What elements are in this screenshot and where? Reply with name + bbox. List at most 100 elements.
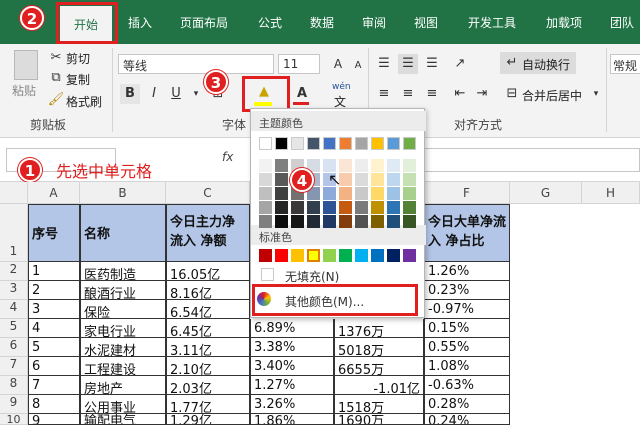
- table-cell[interactable]: 1: [28, 262, 80, 281]
- header-cell-index[interactable]: 序号: [28, 204, 80, 262]
- table-cell[interactable]: 3.26%: [250, 395, 334, 414]
- align-top-icon[interactable]: ☰: [374, 54, 394, 74]
- fx-icon[interactable]: fx: [222, 150, 233, 164]
- row-header-5[interactable]: 5: [0, 319, 28, 338]
- standard-color-swatch[interactable]: [355, 249, 368, 262]
- theme-color-swatch[interactable]: [387, 137, 400, 150]
- theme-color-swatch[interactable]: [387, 201, 400, 214]
- theme-color-swatch[interactable]: [355, 137, 368, 150]
- theme-color-swatch[interactable]: [387, 159, 400, 172]
- table-cell[interactable]: 6: [28, 357, 80, 376]
- theme-color-swatch[interactable]: [403, 201, 416, 214]
- table-cell[interactable]: 3.40%: [250, 357, 334, 376]
- theme-color-swatch[interactable]: [355, 187, 368, 200]
- table-cell[interactable]: 6655万: [334, 357, 424, 376]
- theme-color-swatch[interactable]: [403, 137, 416, 150]
- table-cell[interactable]: 1.29亿: [166, 414, 250, 425]
- table-cell[interactable]: 9: [28, 414, 80, 425]
- column-header-g[interactable]: G: [510, 182, 582, 204]
- table-cell[interactable]: 1.77亿: [166, 395, 250, 414]
- decrease-font-icon[interactable]: A: [348, 56, 368, 76]
- standard-color-swatch[interactable]: [339, 249, 352, 262]
- theme-color-swatch[interactable]: [275, 215, 288, 228]
- table-cell[interactable]: 房地产: [80, 376, 166, 395]
- theme-color-swatch[interactable]: [275, 159, 288, 172]
- tab-formulas[interactable]: 公式: [258, 14, 282, 34]
- theme-color-swatch[interactable]: [371, 187, 384, 200]
- theme-color-swatch[interactable]: [291, 215, 304, 228]
- table-cell[interactable]: 8: [28, 395, 80, 414]
- table-cell[interactable]: 3: [28, 300, 80, 319]
- row-header-2[interactable]: 2: [0, 262, 28, 281]
- tab-insert[interactable]: 插入: [128, 14, 152, 34]
- tab-team[interactable]: 团队: [610, 14, 634, 34]
- table-cell[interactable]: 保险: [80, 300, 166, 319]
- align-left-icon[interactable]: ≡: [374, 84, 394, 104]
- bold-button[interactable]: B: [120, 84, 140, 104]
- theme-color-swatch[interactable]: [323, 137, 336, 150]
- theme-color-swatch[interactable]: [371, 215, 384, 228]
- copy-button[interactable]: 复制: [66, 71, 90, 88]
- standard-color-swatch[interactable]: [275, 249, 288, 262]
- table-cell[interactable]: 7: [28, 376, 80, 395]
- theme-color-swatch[interactable]: [355, 173, 368, 186]
- table-cell[interactable]: 输配电气: [80, 414, 166, 425]
- theme-color-swatch[interactable]: [371, 159, 384, 172]
- standard-color-swatch[interactable]: [371, 249, 384, 262]
- align-center-icon[interactable]: ≡: [398, 84, 418, 104]
- table-cell[interactable]: 酿酒行业: [80, 281, 166, 300]
- table-cell[interactable]: 5018万: [334, 338, 424, 357]
- column-header-c[interactable]: C: [166, 182, 250, 204]
- table-cell[interactable]: 1376万: [334, 319, 424, 338]
- theme-color-swatch[interactable]: [275, 187, 288, 200]
- theme-color-swatch[interactable]: [307, 137, 320, 150]
- theme-color-swatch[interactable]: [259, 187, 272, 200]
- row-header-6[interactable]: 6: [0, 338, 28, 357]
- standard-color-swatch[interactable]: [403, 249, 416, 262]
- table-cell[interactable]: 0.55%: [424, 338, 510, 357]
- column-header-f[interactable]: F: [424, 182, 510, 204]
- standard-color-swatch[interactable]: [307, 249, 320, 262]
- row-header-10[interactable]: 10: [0, 414, 28, 425]
- table-cell[interactable]: 0.28%: [424, 395, 510, 414]
- table-cell[interactable]: 1690万: [334, 414, 424, 425]
- tab-addins[interactable]: 加载项: [546, 14, 582, 34]
- number-format-combo[interactable]: 常规: [610, 54, 640, 74]
- header-cell-name[interactable]: 名称: [80, 204, 166, 262]
- theme-color-swatch[interactable]: [291, 201, 304, 214]
- theme-color-swatch[interactable]: [371, 173, 384, 186]
- table-cell[interactable]: 4: [28, 319, 80, 338]
- theme-color-swatch[interactable]: [339, 201, 352, 214]
- align-bottom-icon[interactable]: ☰: [422, 54, 442, 74]
- theme-color-swatch[interactable]: [259, 201, 272, 214]
- theme-color-swatch[interactable]: [387, 215, 400, 228]
- theme-color-swatch[interactable]: [355, 159, 368, 172]
- paste-button[interactable]: 粘贴: [12, 82, 36, 99]
- table-cell[interactable]: 1.27%: [250, 376, 334, 395]
- table-cell[interactable]: 16.05亿: [166, 262, 250, 281]
- theme-color-swatch[interactable]: [275, 137, 288, 150]
- chevron-down-icon[interactable]: ▾: [586, 84, 606, 104]
- table-cell[interactable]: 2.03亿: [166, 376, 250, 395]
- table-cell[interactable]: 2.10亿: [166, 357, 250, 376]
- table-cell[interactable]: 公用事业: [80, 395, 166, 414]
- table-cell[interactable]: 6.45亿: [166, 319, 250, 338]
- theme-color-swatch[interactable]: [355, 215, 368, 228]
- underline-button[interactable]: U: [166, 84, 186, 104]
- theme-color-swatch[interactable]: [259, 215, 272, 228]
- table-cell[interactable]: 3.38%: [250, 338, 334, 357]
- table-cell[interactable]: 2: [28, 281, 80, 300]
- table-cell[interactable]: 8.16亿: [166, 281, 250, 300]
- table-cell[interactable]: -1.01亿: [334, 376, 424, 395]
- theme-color-swatch[interactable]: [339, 137, 352, 150]
- font-name-combo[interactable]: 等线: [118, 54, 274, 74]
- table-cell[interactable]: 6.54亿: [166, 300, 250, 319]
- row-header-3[interactable]: 3: [0, 281, 28, 300]
- column-header-b[interactable]: B: [80, 182, 166, 204]
- table-cell[interactable]: 0.15%: [424, 319, 510, 338]
- italic-button[interactable]: I: [144, 84, 164, 104]
- table-cell[interactable]: 6.89%: [250, 319, 334, 338]
- tab-data[interactable]: 数据: [310, 14, 334, 34]
- theme-color-swatch[interactable]: [355, 201, 368, 214]
- table-cell[interactable]: 水泥建材: [80, 338, 166, 357]
